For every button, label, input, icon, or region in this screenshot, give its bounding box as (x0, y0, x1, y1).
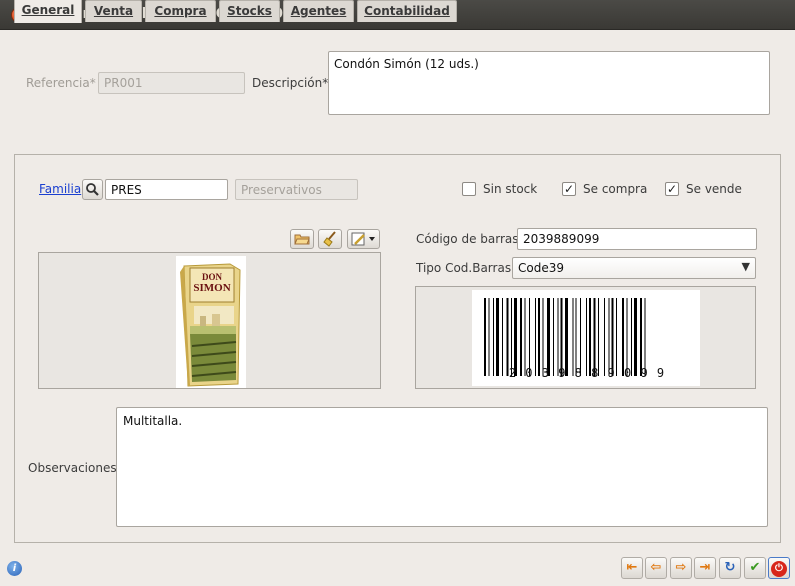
info-icon[interactable]: i (7, 561, 22, 576)
cancel-button[interactable]: ⏻ (768, 557, 790, 579)
edit-image-menu-button[interactable] (347, 229, 380, 249)
svg-text:DON: DON (202, 272, 223, 282)
barcode-digits: 2 0 3 9 8 8 9 0 9 9 (508, 366, 666, 380)
tab-compra[interactable]: Compra (145, 0, 216, 22)
observaciones-field[interactable]: Multitalla. (116, 407, 768, 527)
next-button[interactable]: ⇨ (670, 557, 692, 579)
accept-button[interactable]: ✔ (744, 557, 766, 579)
familia-link[interactable]: Familia (39, 182, 81, 196)
search-icon (86, 183, 99, 196)
tab-contabilidad[interactable]: Contabilidad (357, 0, 457, 22)
first-icon: ⇤ (626, 560, 638, 575)
tab-venta[interactable]: Venta (85, 0, 142, 22)
se-vende-label: Se vende (686, 182, 742, 196)
accept-icon: ✔ (749, 560, 761, 575)
tab-general[interactable]: General (14, 0, 82, 23)
broom-icon (323, 231, 336, 247)
first-button[interactable]: ⇤ (621, 557, 643, 579)
referencia-field: PR001 (98, 72, 245, 94)
tab-venta-label: Venta (93, 4, 134, 18)
tipo-cod-barras-label: Tipo Cod.Barras (416, 261, 512, 275)
tab-compra-label: Compra (154, 4, 207, 18)
codigo-barras-field[interactable]: 2039889099 (517, 228, 757, 250)
edit-menu-icon (351, 232, 375, 246)
cancel-icon: ⏻ (771, 561, 787, 577)
tab-general-label: General (21, 3, 75, 17)
referencia-label: Referencia* (26, 76, 96, 90)
tab-agentes[interactable]: Agentes (283, 0, 354, 22)
previous-icon: ⇦ (650, 560, 662, 575)
tab-agentes-label: Agentes (290, 4, 347, 18)
observaciones-label: Observaciones (28, 461, 117, 475)
last-icon: ⇥ (699, 560, 711, 575)
svg-text:SIMON: SIMON (193, 282, 230, 294)
clear-image-button[interactable] (318, 229, 342, 249)
tipo-cod-barras-select[interactable]: Code39 ▼ (512, 257, 756, 279)
tipo-cod-barras-value: Code39 (518, 261, 564, 275)
sin-stock-checkbox[interactable] (462, 182, 476, 196)
tab-contabilidad-label: Contabilidad (364, 4, 450, 18)
search-button[interactable] (82, 179, 103, 200)
familia-link-label: Familia (39, 182, 82, 196)
next-icon: ⇨ (675, 560, 687, 575)
tab-stocks-label: Stocks (227, 4, 272, 18)
refresh-icon: ↻ (724, 560, 736, 575)
se-compra-checkbox[interactable]: ✓ (562, 182, 576, 196)
barcode-image: 2 0 3 9 8 8 9 0 9 9 (472, 290, 700, 386)
tab-stocks[interactable]: Stocks (219, 0, 280, 22)
open-image-button[interactable] (290, 229, 314, 249)
sin-stock-label: Sin stock (483, 182, 538, 196)
se-compra-label: Se compra (583, 182, 648, 196)
familia-name-field: Preservativos (235, 179, 358, 200)
product-image: DON SIMON (176, 256, 246, 388)
chevron-down-icon: ▼ (741, 260, 750, 273)
se-vende-checkbox[interactable]: ✓ (665, 182, 679, 196)
descripcion-field[interactable]: Condón Simón (12 uds.) (328, 51, 770, 115)
familia-code-field[interactable]: PRES (105, 179, 228, 200)
last-button[interactable]: ⇥ (694, 557, 716, 579)
codigo-barras-label: Código de barras (416, 232, 519, 246)
folder-open-icon (294, 234, 310, 245)
descripcion-label: Descripción* (252, 76, 329, 90)
refresh-button[interactable]: ↻ (719, 557, 741, 579)
previous-button[interactable]: ⇦ (645, 557, 667, 579)
